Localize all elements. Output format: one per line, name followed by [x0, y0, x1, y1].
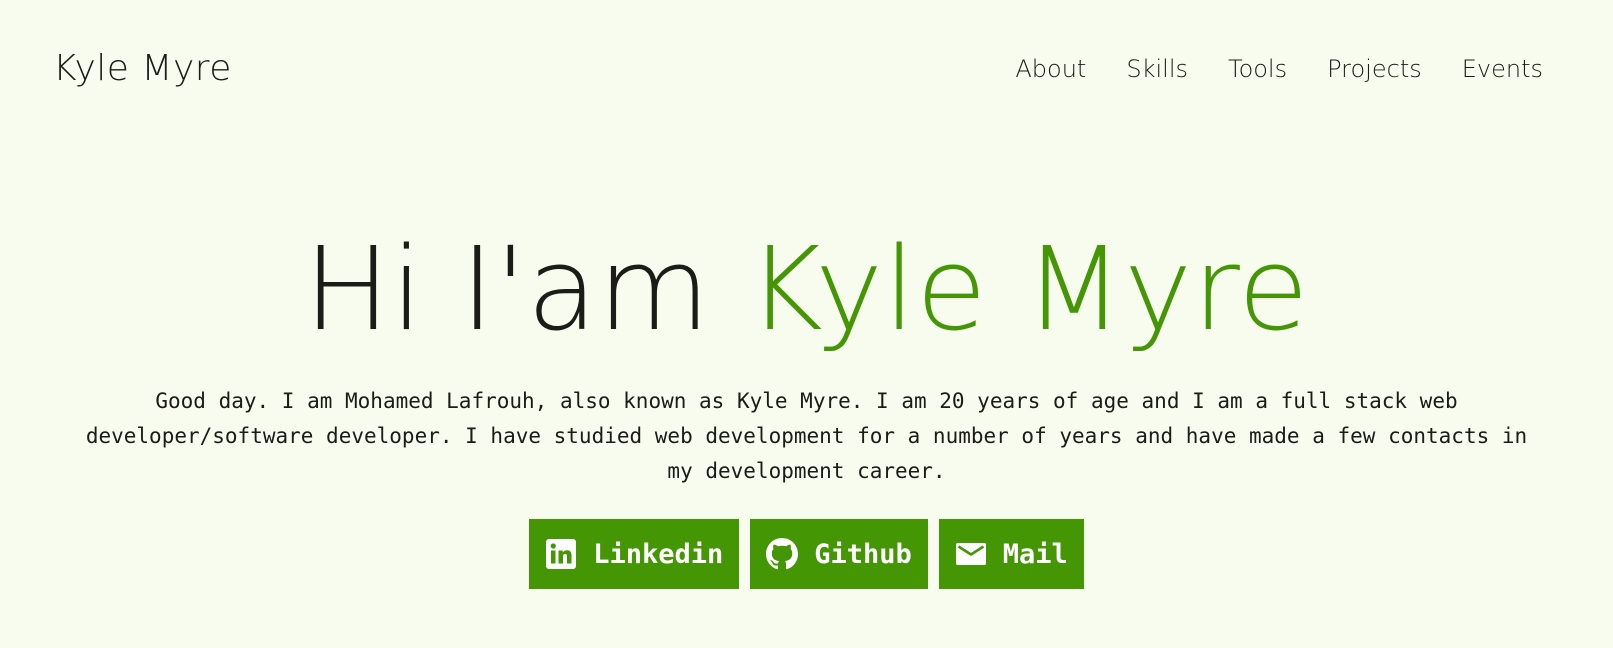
hero-title-name: Kyle Myre — [747, 223, 1310, 357]
mail-button-label: Mail — [1002, 538, 1068, 570]
mail-icon — [955, 538, 987, 570]
linkedin-icon — [545, 538, 577, 570]
site-header: Kyle Myre About Skills Tools Projects Ev… — [0, 0, 1613, 140]
nav-item-about[interactable]: About — [1015, 55, 1086, 83]
nav-item-events[interactable]: Events — [1462, 55, 1543, 83]
hero-title: Hi I'am Kyle Myre — [0, 215, 1613, 365]
github-icon — [766, 538, 799, 570]
github-button[interactable]: Github — [750, 519, 928, 589]
main-nav: About Skills Tools Projects Events — [1015, 55, 1543, 83]
hero-title-greeting: Hi I'am — [303, 223, 748, 357]
social-buttons: Linkedin Github Mail — [0, 519, 1613, 589]
site-logo[interactable]: Kyle Myre — [53, 48, 232, 89]
nav-item-tools[interactable]: Tools — [1228, 55, 1287, 83]
nav-item-skills[interactable]: Skills — [1126, 55, 1188, 83]
mail-button[interactable]: Mail — [938, 519, 1084, 589]
github-button-label: Github — [814, 538, 912, 570]
intro-paragraph: Good day. I am Mohamed Lafrouh, also kno… — [85, 389, 1528, 483]
linkedin-button[interactable]: Linkedin — [529, 519, 740, 589]
nav-item-projects[interactable]: Projects — [1327, 55, 1422, 83]
linkedin-button-label: Linkedin — [593, 538, 724, 570]
